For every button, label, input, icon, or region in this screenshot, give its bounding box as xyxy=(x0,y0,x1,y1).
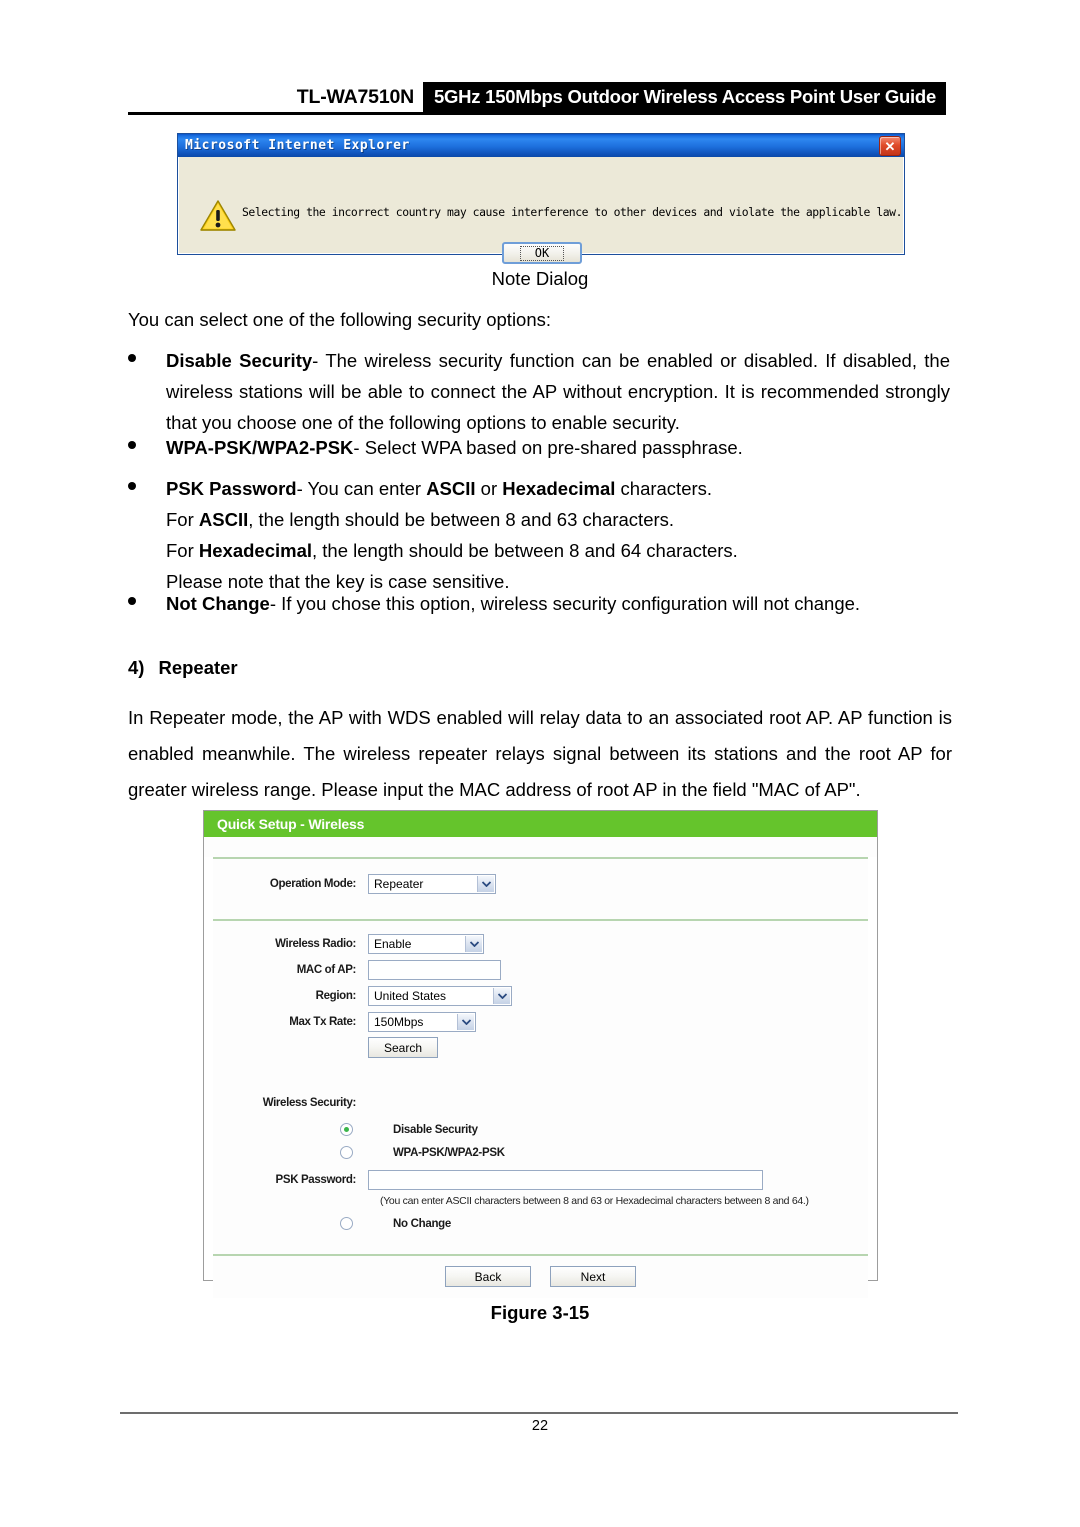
max-tx-rate-label: Max Tx Rate: xyxy=(289,1015,356,1028)
option-disable-security-row: Disable Security xyxy=(213,1123,868,1136)
bullet-text-wpa-psk: - Select WPA based on pre-shared passphr… xyxy=(353,437,743,458)
psk-password-label: PSK Password: xyxy=(275,1173,357,1186)
close-icon[interactable]: ✕ xyxy=(879,136,901,156)
dialog-ok-button[interactable]: OK xyxy=(502,242,582,264)
region-row: Region: United States xyxy=(213,985,868,1006)
operation-mode-value: Repeater xyxy=(374,876,424,891)
panel-title: Quick Setup - Wireless xyxy=(204,811,877,837)
wireless-radio-label: Wireless Radio: xyxy=(275,937,356,950)
bullet-term-not-change: Not Change xyxy=(166,593,270,614)
operation-mode-label: Operation Mode: xyxy=(269,877,356,890)
back-button[interactable]: Back xyxy=(445,1266,531,1287)
max-tx-rate-row: Max Tx Rate: 150Mbps xyxy=(213,1011,868,1032)
header-divider-rule xyxy=(128,112,946,115)
bullet-dot-icon xyxy=(128,597,136,605)
label-disable-security: Disable Security xyxy=(393,1123,478,1136)
option-wpa-psk-row: WPA-PSK/WPA2-PSK xyxy=(213,1146,868,1159)
bullet-disable-security: Disable Security- The wireless security … xyxy=(128,345,950,438)
psk-bold-hex: Hexadecimal xyxy=(502,478,616,499)
header-title-bar: 5GHz 150Mbps Outdoor Wireless Access Poi… xyxy=(423,82,946,112)
section-heading-repeater: 4) Repeater xyxy=(128,657,238,679)
dialog-message: Selecting the incorrect country may caus… xyxy=(242,205,902,219)
section-paragraph-repeater: In Repeater mode, the AP with WDS enable… xyxy=(128,707,952,800)
chevron-down-icon xyxy=(493,987,510,1004)
psk-line-3: For Hexadecimal, the length should be be… xyxy=(166,535,950,566)
operation-mode-row: Operation Mode: Repeater xyxy=(213,873,868,894)
psk-line2-a: For xyxy=(166,509,199,530)
page-header: TL-WA7510N 5GHz 150Mbps Outdoor Wireless… xyxy=(0,82,1080,114)
region-select[interactable]: United States xyxy=(368,985,512,1006)
bullet-text-not-change: - If you chose this option, wireless sec… xyxy=(269,593,861,614)
bullet-dot-icon xyxy=(128,441,136,449)
chevron-down-icon xyxy=(477,875,494,892)
panel-title-spacer xyxy=(204,837,877,857)
wireless-radio-select[interactable]: Enable xyxy=(368,933,484,954)
label-no-change: No Change xyxy=(393,1217,451,1230)
option-no-change-row: No Change xyxy=(213,1217,868,1230)
wireless-settings-section: Wireless Radio: Enable MAC of AP: Region… xyxy=(213,919,868,1254)
wireless-security-label: Wireless Security: xyxy=(262,1096,357,1109)
region-value: United States xyxy=(374,988,447,1003)
psk-bold-ascii: ASCII xyxy=(426,478,476,499)
bullet-dot-icon xyxy=(128,482,136,490)
warning-triangle-icon xyxy=(199,199,237,233)
next-button[interactable]: Next xyxy=(550,1266,636,1287)
label-wpa-psk: WPA-PSK/WPA2-PSK xyxy=(393,1146,505,1159)
note-dialog-caption: Note Dialog xyxy=(491,268,589,289)
section-number: 4) xyxy=(128,657,145,678)
radio-wpa-psk[interactable] xyxy=(340,1146,353,1159)
bullet-wpa-psk: WPA-PSK/WPA2-PSK- Select WPA based on pr… xyxy=(128,432,950,463)
psk-password-hint: (You can enter ASCII characters between … xyxy=(380,1195,809,1207)
psk-line3-b: , the length should be between 8 and 64 … xyxy=(312,540,738,561)
search-button-row: Search xyxy=(213,1037,868,1058)
region-label: Region: xyxy=(315,989,357,1002)
max-tx-rate-select[interactable]: 150Mbps xyxy=(368,1011,476,1032)
bullet-term-wpa-psk: WPA-PSK/WPA2-PSK xyxy=(166,437,354,458)
intro-paragraph: You can select one of the following secu… xyxy=(128,309,552,330)
panel-footer: Back Next xyxy=(213,1254,868,1298)
psk-password-input[interactable] xyxy=(368,1169,763,1190)
psk-line-1: PSK Password- You can enter ASCII or Hex… xyxy=(166,473,950,504)
psk-line3-a: For xyxy=(166,540,199,561)
quick-setup-wireless-panel: Quick Setup - Wireless Operation Mode: R… xyxy=(203,810,878,1298)
psk-rest-b: or xyxy=(475,478,503,499)
footer-divider-rule xyxy=(120,1412,958,1414)
bullet-psk-password: PSK Password- You can enter ASCII or Hex… xyxy=(128,473,950,597)
chevron-down-icon xyxy=(457,1013,474,1030)
operation-mode-select[interactable]: Repeater xyxy=(368,873,496,894)
psk-line-2: For ASCII, the length should be between … xyxy=(166,504,950,535)
dialog-title-text: Microsoft Internet Explorer xyxy=(185,138,410,153)
page-number: 22 xyxy=(531,1418,549,1434)
wireless-security-row: Wireless Security: xyxy=(213,1092,868,1113)
bullet-dot-icon xyxy=(128,354,136,362)
psk-line3-bold: Hexadecimal xyxy=(198,540,313,561)
operation-mode-section: Operation Mode: Repeater xyxy=(213,857,868,919)
internet-explorer-dialog: Microsoft Internet Explorer ✕ Selecting … xyxy=(177,133,905,264)
mac-of-ap-input[interactable] xyxy=(368,959,501,980)
wireless-radio-value: Enable xyxy=(374,936,412,951)
mac-of-ap-row: MAC of AP: xyxy=(213,959,868,980)
wireless-radio-row: Wireless Radio: Enable xyxy=(213,933,868,954)
section-title: Repeater xyxy=(158,657,238,678)
dialog-titlebar: Microsoft Internet Explorer ✕ xyxy=(178,134,904,157)
psk-line2-b: , the length should be between 8 and 63 … xyxy=(248,509,675,530)
search-button[interactable]: Search xyxy=(368,1037,438,1058)
dialog-body: Selecting the incorrect country may caus… xyxy=(178,157,904,264)
bullet-term-disable-security: Disable Security xyxy=(166,350,313,371)
radio-no-change[interactable] xyxy=(340,1217,353,1230)
radio-disable-security[interactable] xyxy=(340,1123,353,1136)
psk-password-row: PSK Password: xyxy=(213,1169,868,1190)
header-row: TL-WA7510N 5GHz 150Mbps Outdoor Wireless… xyxy=(128,82,946,112)
dialog-ok-label: OK xyxy=(519,245,565,261)
figure-caption: Figure 3-15 xyxy=(490,1302,590,1323)
bullet-term-psk-password: PSK Password xyxy=(166,478,297,499)
mac-of-ap-label: MAC of AP: xyxy=(296,963,357,976)
header-model-name: TL-WA7510N xyxy=(296,85,414,108)
psk-line2-bold: ASCII xyxy=(198,509,249,530)
bullet-not-change: Not Change- If you chose this option, wi… xyxy=(128,588,950,619)
psk-rest-c: characters. xyxy=(615,478,713,499)
chevron-down-icon xyxy=(465,935,482,952)
psk-rest-a: - You can enter xyxy=(296,478,427,499)
max-tx-rate-value: 150Mbps xyxy=(374,1014,424,1029)
